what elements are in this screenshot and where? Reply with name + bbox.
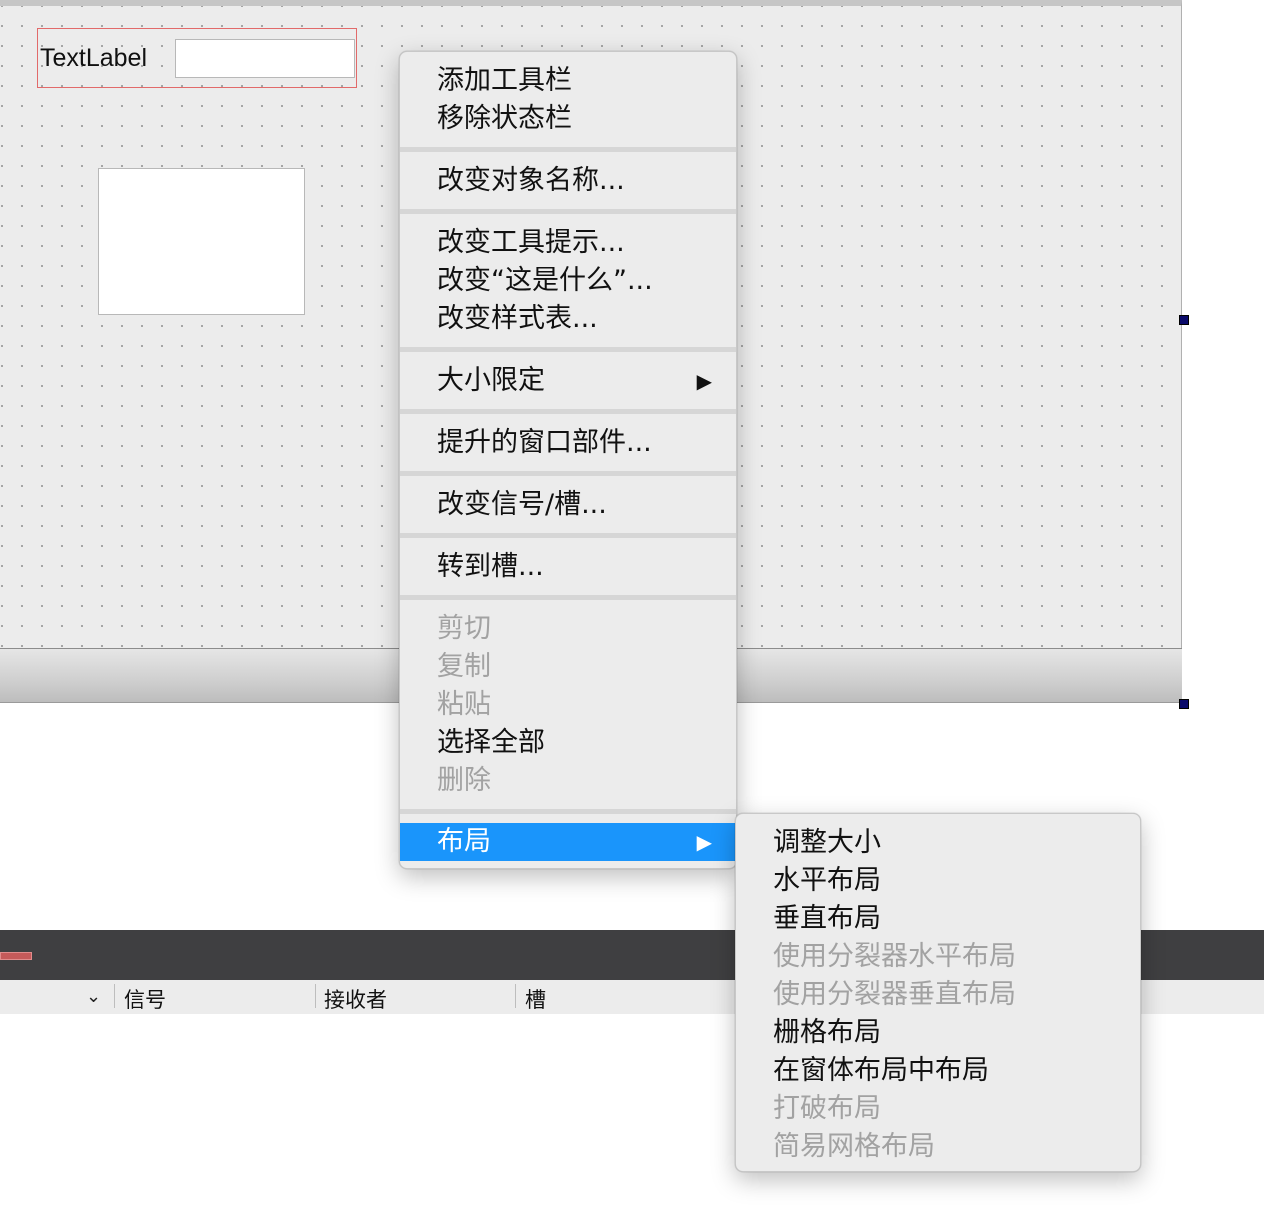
menu-item-paste[interactable]: 粘贴 (400, 686, 736, 724)
column-header-slot[interactable]: 槽 (525, 984, 546, 1014)
menu-item-delete[interactable]: 删除 (400, 762, 736, 800)
submenu-item-splitter-vertical[interactable]: 使用分裂器垂直布局 (736, 976, 1140, 1014)
menu-separator (400, 809, 736, 814)
menu-item-label: 布局 (437, 826, 491, 857)
submenu-item-splitter-horizontal[interactable]: 使用分裂器水平布局 (736, 938, 1140, 976)
menu-item-change-object-name[interactable]: 改变对象名称... (400, 162, 736, 200)
menu-separator (400, 209, 736, 214)
submenu-item-adjust-size[interactable]: 调整大小 (736, 824, 1140, 862)
column-divider[interactable] (114, 984, 115, 1008)
menu-separator (400, 471, 736, 476)
menu-item-change-signals-slots[interactable]: 改变信号/槽... (400, 486, 736, 524)
menu-item-size-constraints[interactable]: 大小限定 ▶ (400, 362, 736, 400)
dock-tab-indicator[interactable] (0, 952, 32, 960)
menu-separator (400, 409, 736, 414)
column-divider[interactable] (515, 984, 516, 1008)
menu-item-copy[interactable]: 复制 (400, 648, 736, 686)
chevron-down-icon[interactable]: ⌄ (86, 986, 101, 1007)
submenu-item-simplify-grid[interactable]: 简易网格布局 (736, 1128, 1140, 1166)
menu-separator (400, 595, 736, 600)
context-menu: 添加工具栏 移除状态栏 改变对象名称... 改变工具提示... 改变“这是什么”… (399, 51, 737, 869)
menu-item-change-stylesheet[interactable]: 改变样式表... (400, 300, 736, 338)
menu-item-select-all[interactable]: 选择全部 (400, 724, 736, 762)
column-divider[interactable] (315, 984, 316, 1008)
column-header-signal[interactable]: 信号 (124, 984, 166, 1014)
menu-item-cut[interactable]: 剪切 (400, 610, 736, 648)
menu-item-label: 大小限定 (437, 365, 545, 396)
line-edit-widget[interactable] (175, 39, 355, 78)
resize-handle-right[interactable] (1179, 315, 1189, 325)
submenu-item-grid-layout[interactable]: 栅格布局 (736, 1014, 1140, 1052)
submenu-arrow-icon: ▶ (696, 830, 712, 854)
submenu-item-lay-out-horizontally[interactable]: 水平布局 (736, 862, 1140, 900)
column-header-receiver[interactable]: 接收者 (324, 984, 387, 1014)
menu-item-go-to-slot[interactable]: 转到槽... (400, 548, 736, 586)
menu-item-remove-statusbar[interactable]: 移除状态栏 (400, 100, 736, 138)
menu-separator (400, 147, 736, 152)
layout-submenu: 调整大小 水平布局 垂直布局 使用分裂器水平布局 使用分裂器垂直布局 栅格布局 … (735, 813, 1141, 1172)
submenu-item-form-layout[interactable]: 在窗体布局中布局 (736, 1052, 1140, 1090)
menu-separator (400, 533, 736, 538)
menu-item-change-tooltip[interactable]: 改变工具提示... (400, 224, 736, 262)
submenu-arrow-icon: ▶ (696, 369, 712, 393)
menu-item-promoted-widgets[interactable]: 提升的窗口部件... (400, 424, 736, 462)
text-label-widget[interactable]: TextLabel (40, 44, 147, 73)
submenu-item-break-layout[interactable]: 打破布局 (736, 1090, 1140, 1128)
menu-item-layout[interactable]: 布局 ▶ (400, 823, 736, 861)
submenu-item-lay-out-vertically[interactable]: 垂直布局 (736, 900, 1140, 938)
menu-item-add-toolbar[interactable]: 添加工具栏 (400, 62, 736, 100)
frame-widget[interactable] (98, 168, 305, 315)
resize-handle-bottom-right[interactable] (1179, 699, 1189, 709)
menu-item-change-whats-this[interactable]: 改变“这是什么”... (400, 262, 736, 300)
menu-separator (400, 347, 736, 352)
